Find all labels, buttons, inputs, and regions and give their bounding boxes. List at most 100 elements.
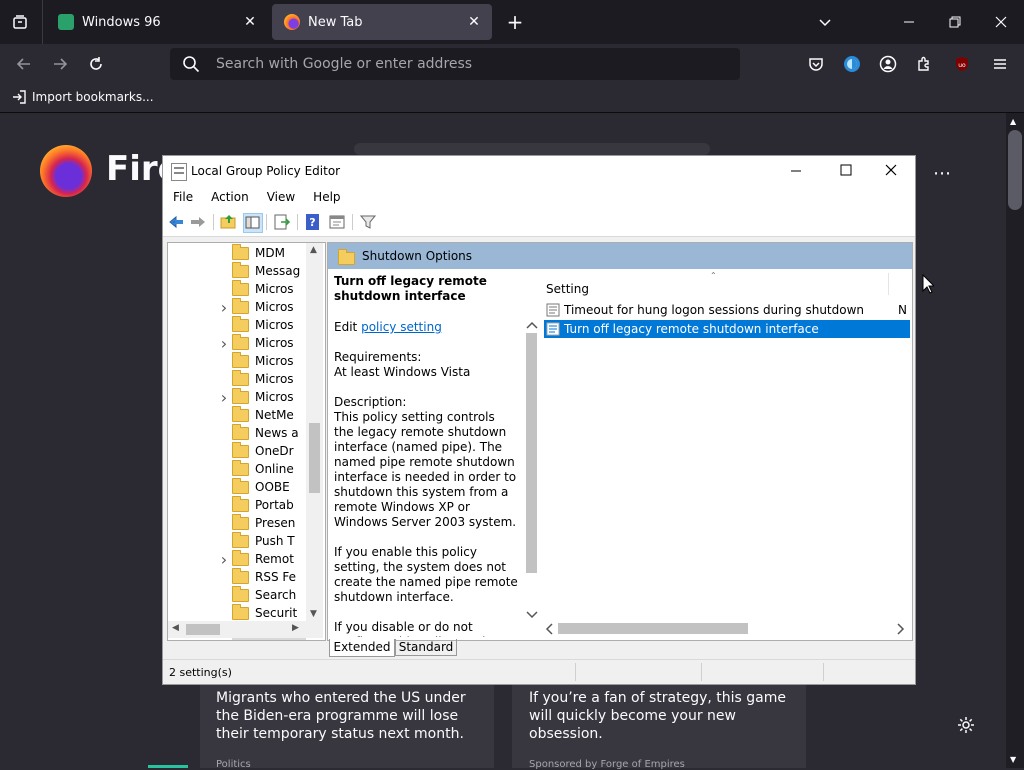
window-titlebar[interactable]: Local Group Policy Editor: [163, 156, 915, 186]
tree-item[interactable]: › Micros: [221, 387, 306, 407]
menu-view[interactable]: View: [257, 190, 303, 204]
list-horizontal-scrollbar[interactable]: [542, 620, 912, 637]
tree-item[interactable]: › Micros: [221, 333, 306, 353]
scroll-up-icon[interactable]: ▲: [1010, 117, 1016, 126]
column-header-setting[interactable]: Setting: [546, 282, 589, 296]
page-scrollbar-thumb[interactable]: [1008, 130, 1022, 210]
extensions-puzzle-icon[interactable]: [912, 52, 936, 76]
pocket-icon[interactable]: [804, 52, 828, 76]
scroll-down-icon[interactable]: [526, 609, 538, 623]
list-item-selected[interactable]: Turn off legacy remote shutdown interfac…: [544, 320, 910, 338]
back-arrow-icon[interactable]: [167, 213, 185, 231]
tree-item[interactable]: RSS Fe: [232, 567, 306, 586]
ublock-origin-icon[interactable]: uo: [950, 52, 974, 76]
tree-item[interactable]: Micros: [232, 279, 306, 298]
forward-arrow-icon[interactable]: [189, 213, 207, 231]
tree-scroll-thumb[interactable]: [309, 423, 320, 493]
new-tab-icon[interactable]: +: [503, 10, 527, 34]
properties-icon[interactable]: [328, 213, 346, 231]
scroll-left-icon[interactable]: ◀: [172, 623, 179, 633]
back-arrow-icon[interactable]: [12, 52, 36, 76]
scroll-down-icon[interactable]: ▼: [310, 609, 317, 619]
scroll-right-icon[interactable]: ▶: [292, 623, 299, 633]
expand-chevron-icon[interactable]: ›: [218, 550, 230, 569]
tab-overview-icon[interactable]: [8, 10, 32, 34]
scroll-left-icon[interactable]: [544, 623, 554, 638]
list-tabs-chevron-icon[interactable]: [813, 10, 837, 34]
maximize-icon[interactable]: [839, 163, 853, 180]
list-item[interactable]: Timeout for hung logon sessions during s…: [544, 301, 912, 319]
expand-chevron-icon[interactable]: ›: [218, 388, 230, 407]
minimize-icon[interactable]: [897, 10, 921, 34]
tree-item[interactable]: MDM: [232, 243, 306, 262]
group-policy-editor-window[interactable]: Local Group Policy Editor File Action Vi…: [162, 155, 916, 685]
up-folder-icon[interactable]: [220, 213, 238, 231]
restore-icon[interactable]: [943, 10, 967, 34]
tab-standard[interactable]: Standard: [395, 639, 457, 656]
tree-item[interactable]: › Micros: [221, 297, 306, 317]
tab-extended[interactable]: Extended: [329, 639, 395, 657]
hamburger-menu-icon[interactable]: [988, 52, 1012, 76]
tree-item[interactable]: OneDr: [232, 441, 306, 460]
tree-hscroll-thumb[interactable]: [186, 624, 220, 635]
more-options-icon[interactable]: ⋯: [930, 161, 954, 185]
expand-chevron-icon[interactable]: ›: [218, 334, 230, 353]
tree-item[interactable]: Securit: [232, 603, 306, 622]
personalize-gear-icon[interactable]: [954, 713, 978, 737]
account-icon[interactable]: [876, 52, 900, 76]
search-box-hint: [354, 143, 710, 155]
close-window-icon[interactable]: [989, 10, 1013, 34]
policy-tree[interactable]: MDM Messag Micros › Micros Micros › Micros Micro…: [167, 242, 326, 641]
tree-horizontal-scrollbar[interactable]: ◀ ▶: [168, 621, 323, 638]
show-hide-tree-icon[interactable]: [243, 213, 263, 233]
close-icon[interactable]: [884, 163, 898, 180]
scroll-down-icon[interactable]: ▼: [1010, 755, 1016, 764]
tree-item[interactable]: News a: [232, 423, 306, 442]
view-tabs: Extended Standard: [329, 639, 911, 657]
column-divider[interactable]: [888, 273, 889, 295]
close-tab-icon[interactable]: ✕: [462, 10, 486, 34]
tab-new-tab[interactable]: New Tab ✕: [272, 4, 492, 40]
news-card[interactable]: Migrants who entered the US under the Bi…: [200, 673, 494, 770]
expand-chevron-icon[interactable]: ›: [218, 298, 230, 317]
scroll-right-icon[interactable]: [896, 623, 906, 638]
url-bar[interactable]: Search with Google or enter address: [170, 48, 740, 80]
import-bookmarks-button[interactable]: Import bookmarks...: [12, 90, 154, 104]
tab-windows96[interactable]: Windows 96 ✕: [46, 4, 268, 40]
close-tab-icon[interactable]: ✕: [238, 10, 262, 34]
description-scrollbar[interactable]: [523, 319, 541, 621]
menu-file[interactable]: File: [163, 190, 201, 204]
list-hscroll-thumb[interactable]: [558, 623, 748, 634]
tree-item[interactable]: Search: [232, 585, 306, 604]
tree-item[interactable]: Presen: [232, 513, 306, 532]
tree-item[interactable]: Online: [232, 459, 306, 478]
scroll-up-icon[interactable]: [526, 319, 538, 333]
edit-policy-setting-link[interactable]: policy setting: [361, 320, 442, 334]
tree-item[interactable]: OOBE: [232, 477, 306, 496]
tree-item[interactable]: › Remot: [221, 549, 306, 569]
tree-item[interactable]: Micros: [232, 369, 306, 388]
tree-item[interactable]: NetMe: [232, 405, 306, 424]
tree-item[interactable]: Messag: [232, 261, 306, 280]
tree-item[interactable]: Micros: [232, 315, 306, 334]
tree-item[interactable]: Micros: [232, 351, 306, 370]
tree-item[interactable]: Portab: [232, 495, 306, 514]
description-scroll-thumb[interactable]: [526, 333, 537, 573]
scroll-up-icon[interactable]: ▲: [310, 245, 317, 255]
page-scrollbar[interactable]: ▲ ▼: [1006, 113, 1024, 768]
tree-item[interactable]: Push T: [232, 531, 306, 550]
extension-circle-icon[interactable]: [840, 52, 864, 76]
menu-help[interactable]: Help: [303, 190, 348, 204]
filter-icon[interactable]: [359, 213, 377, 231]
help-icon[interactable]: ?: [304, 213, 322, 231]
reload-icon[interactable]: [84, 52, 108, 76]
minimize-icon[interactable]: [789, 163, 803, 180]
menu-action[interactable]: Action: [201, 190, 257, 204]
settings-list[interactable]: ⌃ Setting Timeout for hung logon session…: [542, 269, 912, 637]
tree-item-label: Portab: [255, 498, 294, 512]
news-card[interactable]: If you’re a fan of strategy, this game w…: [512, 673, 806, 770]
forward-arrow-icon[interactable]: [48, 52, 72, 76]
mouse-cursor-icon: [922, 273, 936, 297]
export-list-icon[interactable]: [273, 213, 291, 231]
tree-vertical-scrollbar[interactable]: ▲ ▼: [306, 243, 323, 621]
